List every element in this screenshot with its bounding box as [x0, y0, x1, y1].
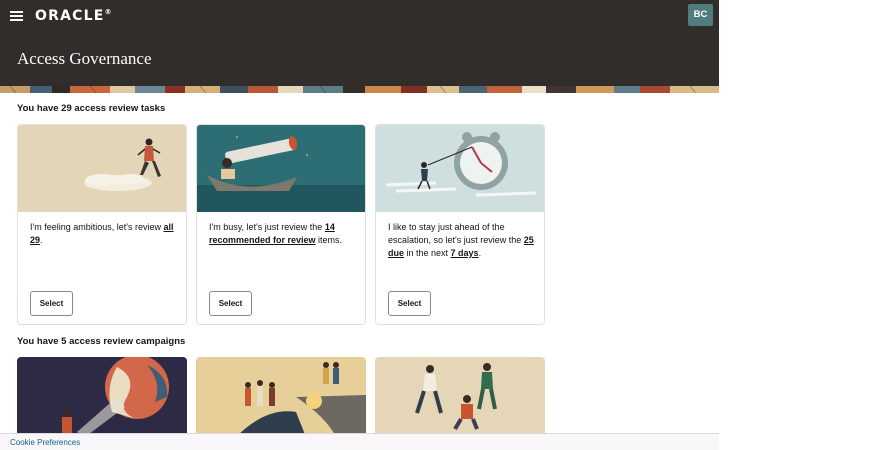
hamburger-menu-icon[interactable]: [10, 10, 24, 22]
card-text: I like to stay just ahead of the escalat…: [388, 222, 524, 245]
card-text: items.: [315, 235, 343, 245]
card-description: I'm busy, let's just review the 14 recom…: [209, 221, 355, 247]
campaign-card[interactable]: [17, 357, 187, 437]
page-title: Access Governance: [17, 49, 152, 68]
cookie-bar: Cookie Preferences: [0, 433, 719, 450]
registered-mark: ®: [104, 8, 113, 16]
card-description: I'm feeling ambitious, let's review all …: [30, 221, 176, 247]
card-text: I'm feeling ambitious, let's review: [30, 222, 164, 232]
task-card-recommended: I'm busy, let's just review the 14 recom…: [196, 124, 366, 325]
person-pulling-clock-hand-illustration: [376, 125, 544, 212]
card-text: .: [40, 235, 43, 245]
app-header: ORACLE® BC Access Governance: [0, 0, 719, 86]
person-with-flashlight-globe-illustration: [17, 357, 187, 437]
campaign-card[interactable]: [196, 357, 366, 437]
decorative-pattern-strip: [0, 86, 719, 93]
task-card-due: I like to stay just ahead of the escalat…: [375, 124, 545, 325]
card-text: I'm busy, let's just review the: [209, 222, 325, 232]
group-on-cliff-illustration: [196, 357, 366, 437]
card-description: I like to stay just ahead of the escalat…: [388, 221, 534, 260]
user-avatar[interactable]: BC: [688, 4, 713, 26]
person-in-boat-with-telescope-illustration: [197, 125, 365, 212]
campaign-card[interactable]: [375, 357, 545, 437]
card-illustration: [197, 125, 365, 212]
card-illustration: [376, 125, 544, 212]
app-window: ORACLE® BC Access Governance You have 29…: [0, 0, 719, 450]
card-text: in the next: [404, 248, 451, 258]
task-card-all: I'm feeling ambitious, let's review all …: [17, 124, 187, 325]
select-recommended-button[interactable]: Select: [209, 291, 252, 316]
select-due-button[interactable]: Select: [388, 291, 431, 316]
tasks-heading: You have 29 access review tasks: [17, 103, 166, 114]
oracle-logo[interactable]: ORACLE®: [35, 8, 113, 24]
days-link[interactable]: 7 days: [451, 248, 479, 258]
campaigns-heading: You have 5 access review campaigns: [17, 336, 186, 347]
person-climbing-cloud-illustration: [18, 125, 186, 212]
card-text: .: [478, 248, 482, 258]
card-illustration: [18, 125, 186, 212]
select-all-button[interactable]: Select: [30, 291, 73, 316]
cookie-preferences-link[interactable]: Cookie Preferences: [10, 438, 80, 447]
people-playing-illustration: [375, 357, 545, 437]
logo-text: ORACLE: [35, 8, 105, 24]
